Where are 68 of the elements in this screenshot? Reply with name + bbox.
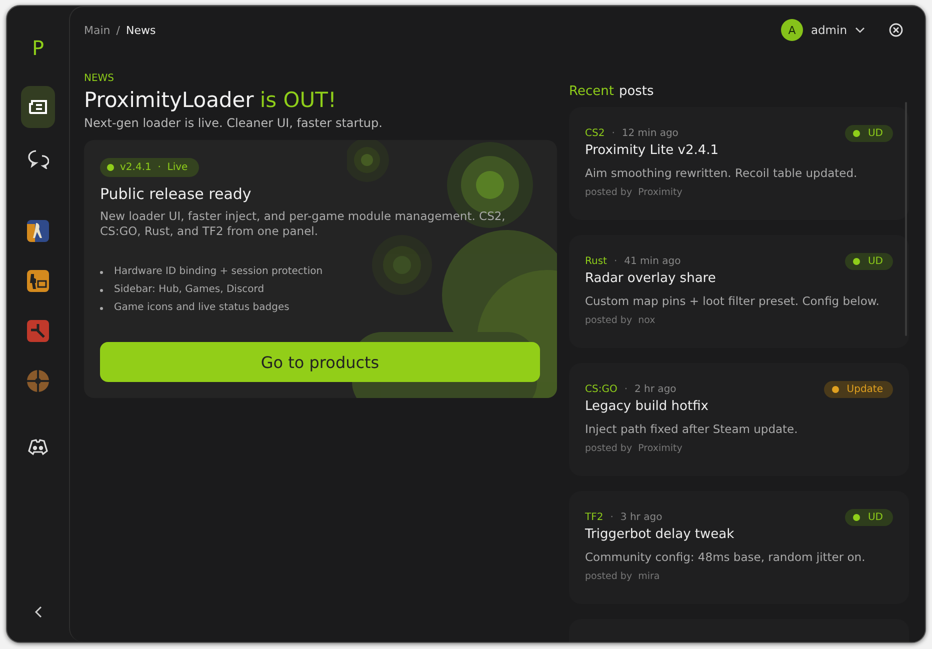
- badge-label: Update: [846, 384, 883, 394]
- post-text: Inject path fixed after Steam update.: [585, 422, 799, 436]
- post-text: Community config: 48ms base, random jitter on.: [585, 550, 866, 564]
- page-title: ProximityLoader: [84, 88, 254, 112]
- card-heading: Public release ready: [100, 185, 252, 203]
- status-dot-icon: [107, 164, 114, 171]
- logo-text: P: [32, 36, 44, 60]
- post-time: 3 hr ago: [620, 512, 662, 522]
- bullet-icon: [100, 288, 103, 292]
- post-time: 2 hr ago: [634, 384, 676, 394]
- status-dot-icon: [832, 386, 839, 392]
- post-time: 41 min ago: [624, 256, 681, 266]
- close-icon[interactable]: [889, 23, 903, 37]
- post-game: Rust: [585, 256, 607, 266]
- chevron-down-icon: [855, 27, 865, 33]
- section-title: posts: [618, 84, 654, 99]
- breadcrumb-current: News: [126, 24, 156, 36]
- dot-separator: ·: [609, 512, 614, 522]
- page-subtitle: Next-gen loader is live. Cleaner UI, faster startup.: [84, 116, 384, 130]
- post-title: Legacy build hotfix: [585, 399, 710, 414]
- post-author: Proximity: [638, 443, 682, 454]
- post-author: nox: [638, 315, 656, 326]
- dot-separator: ·: [623, 384, 629, 394]
- post-title: Proximity Lite v2.4.1: [585, 143, 720, 158]
- collapse-chevron-icon[interactable]: [34, 606, 42, 618]
- post-author: Proximity: [638, 187, 682, 198]
- status-dot-icon: [852, 130, 860, 136]
- bullet-icon: [100, 270, 103, 274]
- posted-by-label: posted by: [585, 187, 632, 198]
- status-badge: v2.4.1 · Live: [100, 158, 199, 177]
- nav-button[interactable]: [21, 86, 55, 128]
- post-text: Custom map pins + loot filter preset. Config below.: [585, 294, 880, 308]
- user-avatar: A: [780, 19, 803, 41]
- post-text: Aim smoothing rewritten. Recoil table updated.: [585, 166, 858, 180]
- feature-item: Sidebar: Hub, Games, Discord: [114, 283, 264, 297]
- dot-separator: ·: [610, 128, 616, 138]
- feature-item: Hardware ID binding + session protection: [114, 265, 323, 279]
- post-author: mira: [638, 571, 660, 582]
- badge-label: UD: [868, 512, 883, 522]
- post-title: Radar overlay share: [585, 271, 717, 286]
- badge-label: UD: [868, 128, 883, 138]
- game-logo-icon[interactable]: [27, 220, 49, 242]
- posted-by-label: posted by: [585, 315, 632, 326]
- page-title-accent: is OUT!: [260, 88, 336, 112]
- post-game: CS2: [585, 128, 605, 138]
- status-dot-icon: [852, 258, 860, 264]
- dot-separator: ·: [612, 256, 618, 266]
- section-label: NEWS: [84, 73, 116, 84]
- post-game: TF2: [585, 512, 604, 522]
- bullet-icon: [100, 306, 103, 310]
- posted-by-label: posted by: [585, 571, 632, 582]
- breadcrumb-link[interactable]: Main: [84, 24, 110, 36]
- breadcrumb-separator: /: [116, 24, 120, 36]
- post-time: 12 min ago: [622, 128, 678, 138]
- post-title: Triggerbot delay tweak: [585, 527, 736, 542]
- newspaper-icon: [28, 99, 48, 115]
- user-menu[interactable]: A admin: [780, 19, 865, 41]
- products-button[interactable]: Go to products: [100, 342, 540, 382]
- section-title-accent: Recent: [569, 84, 614, 99]
- post-game: CS:GO: [585, 384, 618, 394]
- posted-by-label: posted by: [585, 443, 632, 454]
- card-description: New loader UI, faster inject, and per-game module management. CS2, CS:GO, Rust, and TF2 from one panel.: [100, 209, 506, 239]
- user-name: admin: [810, 23, 847, 37]
- badge-label: UD: [868, 256, 883, 266]
- discord-icon[interactable]: [27, 438, 49, 456]
- game-logo-icon[interactable]: [27, 270, 49, 292]
- status-dot-icon: [852, 514, 860, 520]
- feature-item: Game icons and live status badges: [114, 301, 290, 315]
